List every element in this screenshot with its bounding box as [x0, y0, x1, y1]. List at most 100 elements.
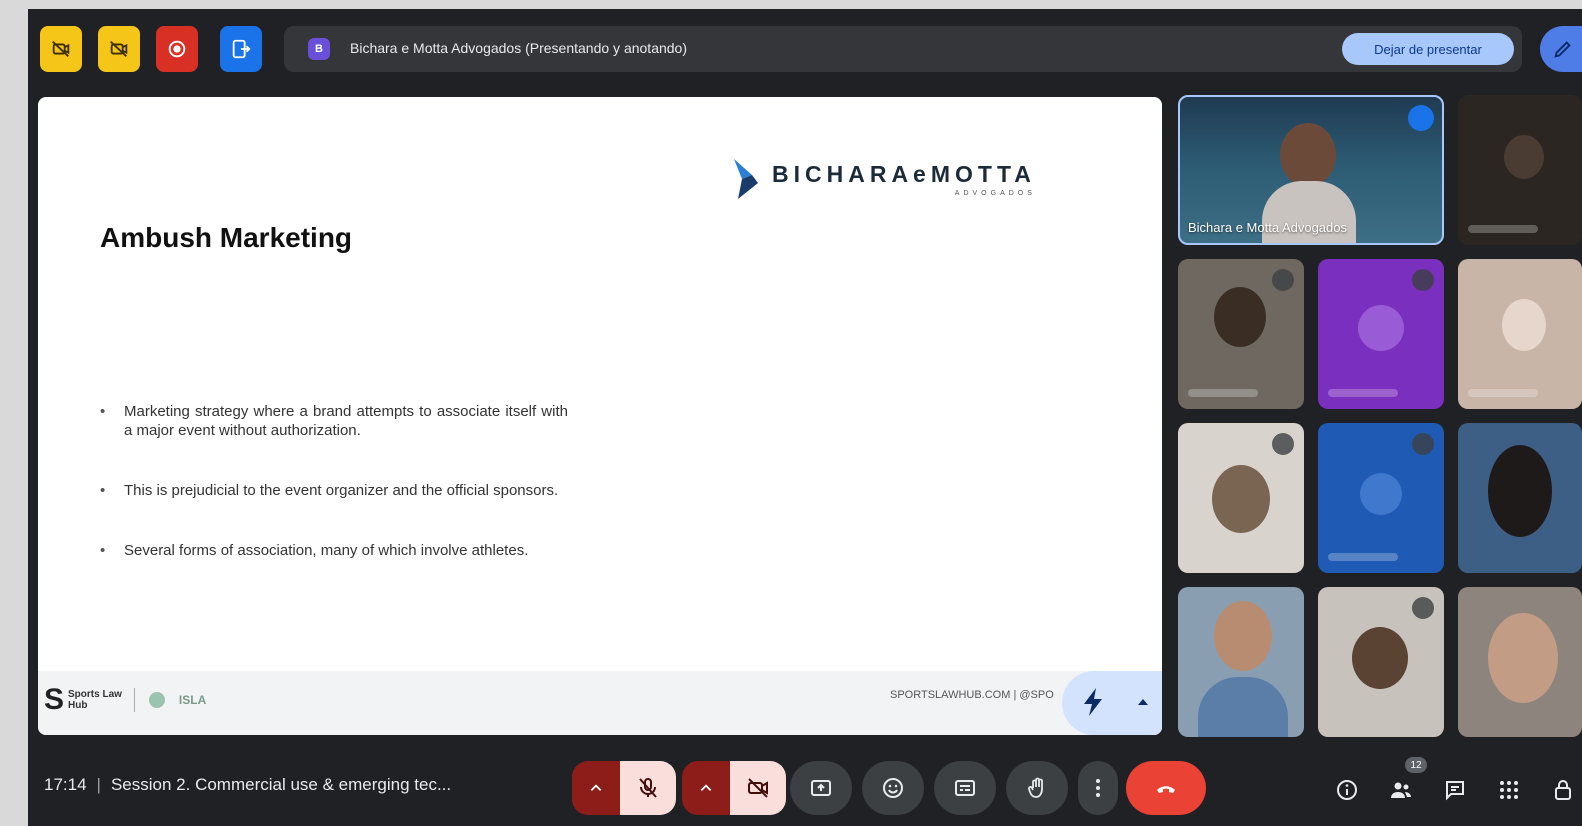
participant-name [1328, 553, 1398, 561]
participant-tile[interactable] [1178, 587, 1304, 737]
people-icon [1391, 782, 1411, 798]
mic-off-icon [639, 778, 657, 798]
bullet-item: This is prejudicial to the event organiz… [98, 481, 568, 500]
chat-button[interactable] [1442, 777, 1468, 803]
present-screen-button[interactable] [790, 761, 852, 815]
meeting-details-button[interactable] [1334, 777, 1360, 803]
host-controls-button[interactable] [1550, 777, 1576, 803]
participant-tile[interactable] [1318, 587, 1444, 737]
bullet-item: Marketing strategy where a brand attempt… [98, 402, 568, 440]
participant-head [1212, 465, 1270, 533]
muted-mic-icon [1412, 597, 1434, 619]
slide-footer: S Sports Law Hub ISLA SPORTSLAWHUB.COM |… [38, 671, 1162, 735]
chevron-up-icon [700, 784, 712, 791]
camera-off-icon [110, 40, 128, 58]
annotate-button[interactable] [1540, 26, 1582, 72]
logo-subtitle: ADVOGADOS [954, 190, 1036, 197]
footer-url: SPORTSLAWHUB.COM | @SPO [890, 689, 1054, 701]
presenter-avatar: B [308, 38, 330, 60]
leave-call-button[interactable] [1126, 761, 1206, 815]
hand-icon [1028, 777, 1043, 798]
participant-tile[interactable] [1458, 95, 1582, 245]
top-bar: B Bichara e Motta Advogados (Presentando… [28, 9, 1582, 91]
apps-grid-icon [1500, 781, 1518, 799]
record-button[interactable] [156, 26, 198, 72]
audio-options-button[interactable] [572, 761, 620, 815]
record-icon [168, 40, 186, 58]
bichara-motta-logo: BICHARAeMOTTA ADVOGADOS [728, 157, 1036, 201]
info-separator: | [96, 775, 101, 794]
participant-name [1328, 389, 1398, 397]
activities-button[interactable] [1496, 777, 1522, 803]
sports-law-hub-logo: S Sports Law Hub ISLA [44, 685, 206, 715]
participant-avatar [1360, 473, 1402, 515]
participant-tile[interactable] [1318, 259, 1444, 409]
info-icon [1337, 780, 1357, 800]
speaker-body [1262, 181, 1356, 243]
slh-mark-icon: S [44, 683, 65, 716]
more-vert-icon [1096, 779, 1100, 797]
camera-off-button[interactable] [40, 26, 82, 72]
slide-title: Ambush Marketing [100, 222, 353, 253]
emoji-icon [883, 778, 903, 798]
participant-name [1188, 389, 1258, 397]
meet-window: B Bichara e Motta Advogados (Presentando… [28, 9, 1582, 826]
footer-brand-line1: Sports Law [68, 689, 122, 700]
meeting-title[interactable]: Session 2. Commercial use & emerging tec… [111, 775, 451, 794]
participant-tile[interactable] [1178, 259, 1304, 409]
reactions-button[interactable] [862, 761, 924, 815]
footer-brand-line2: Hub [68, 700, 88, 711]
footer-divider [133, 688, 135, 712]
caret-up-icon [1138, 699, 1148, 705]
muted-mic-icon [1272, 269, 1294, 291]
participant-head [1502, 299, 1546, 351]
video-options-button[interactable] [682, 761, 730, 815]
logo-name: BICHARAeMOTTA [772, 161, 1036, 187]
participant-count-badge: 12 [1405, 757, 1427, 773]
participant-tile[interactable] [1458, 587, 1582, 737]
bolt-icon [1084, 688, 1102, 716]
stop-presenting-button[interactable]: Dejar de presentar [1342, 33, 1514, 65]
isla-globe-icon [148, 692, 165, 708]
speaker-name: Bichara e Motta Advogados [1188, 220, 1347, 235]
presentation-slide: BICHARAeMOTTA ADVOGADOS Ambush Marketing… [38, 97, 1162, 735]
camera-off-icon [52, 40, 70, 58]
people-button[interactable] [1388, 777, 1414, 803]
participant-tile[interactable] [1458, 259, 1582, 409]
captions-button[interactable] [934, 761, 996, 815]
participant-tile[interactable] [1178, 423, 1304, 573]
present-icon [232, 39, 251, 59]
logo-mark-icon [734, 159, 758, 199]
bottom-bar: 17:14 | Session 2. Commercial use & emergi… [28, 749, 1582, 826]
pen-icon [1554, 41, 1571, 58]
participant-head [1214, 601, 1272, 671]
present-to-all-icon [811, 780, 831, 796]
camera-off-button-2[interactable] [98, 26, 140, 72]
quick-actions-fab[interactable] [1062, 671, 1162, 735]
presenting-banner: B Bichara e Motta Advogados (Presentando… [284, 26, 1522, 72]
participant-name [1468, 389, 1538, 397]
mic-toggle-button[interactable] [620, 761, 676, 815]
lock-person-icon [1555, 780, 1571, 800]
share-screen-button[interactable] [220, 26, 262, 72]
participant-head [1214, 287, 1266, 347]
speaking-indicator-icon [1408, 105, 1434, 131]
participant-head [1488, 613, 1558, 703]
bullet-item: Several forms of association, many of wh… [98, 541, 568, 560]
camera-toggle-button[interactable] [730, 761, 786, 815]
muted-mic-icon [1412, 433, 1434, 455]
participant-tile[interactable] [1458, 423, 1582, 573]
end-call-icon [1157, 786, 1175, 793]
chevron-up-icon [590, 784, 602, 791]
speaker-head [1280, 123, 1336, 187]
raise-hand-button[interactable] [1006, 761, 1068, 815]
speaker-tile[interactable]: Bichara e Motta Advogados [1178, 95, 1444, 245]
participant-head [1352, 627, 1408, 689]
participant-tile[interactable] [1318, 423, 1444, 573]
partner-logo: ISLA [178, 693, 207, 707]
muted-mic-icon [1412, 269, 1434, 291]
more-options-button[interactable] [1078, 761, 1118, 815]
participant-avatar [1358, 305, 1404, 351]
camera-off-icon [748, 778, 768, 798]
muted-mic-icon [1272, 433, 1294, 455]
